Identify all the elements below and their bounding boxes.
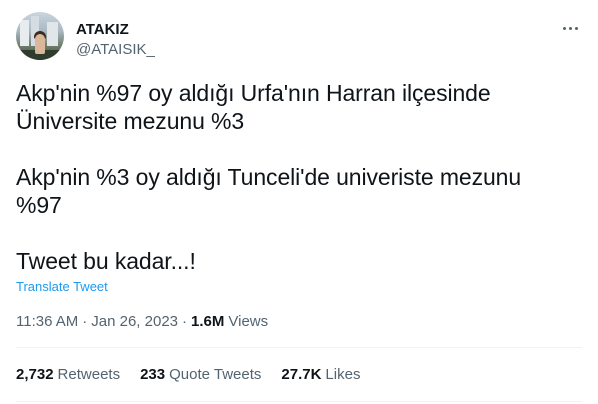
tweet-text: Akp'nin %97 oy aldığı Urfa'nın Harran il…: [16, 80, 522, 274]
tweet-metadata: 11:36 AM · Jan 26, 2023 · 1.6M Views: [16, 312, 268, 332]
tweet-stats: 2,732 Retweets 233 Quote Tweets 27.7K Likes: [16, 365, 380, 385]
meta-separator: ·: [82, 313, 88, 330]
quotes-label: Quote Tweets: [169, 366, 262, 383]
retweets-label: Retweets: [57, 366, 121, 383]
tweet-header: ATAKIZ @ATAISIK_: [16, 12, 582, 60]
user-info: ATAKIZ @ATAISIK_: [76, 12, 155, 60]
likes-stat[interactable]: 27.7K Likes: [281, 365, 360, 385]
likes-count: 27.7K: [281, 366, 322, 383]
quotes-count: 233: [140, 366, 166, 383]
quote-tweets-stat[interactable]: 233 Quote Tweets: [140, 365, 261, 385]
divider: [16, 401, 582, 402]
retweets-stat[interactable]: 2,732 Retweets: [16, 365, 120, 385]
avatar[interactable]: [16, 12, 64, 60]
likes-label: Likes: [325, 366, 361, 383]
tweet-card: ATAKIZ @ATAISIK_ Akp'nin %97 oy aldığı U…: [0, 0, 598, 404]
views-count: 1.6M: [191, 313, 225, 330]
author-display-name[interactable]: ATAKIZ: [76, 20, 155, 40]
meta-separator: ·: [182, 313, 188, 330]
retweets-count: 2,732: [16, 366, 54, 383]
more-options-icon[interactable]: [558, 18, 582, 38]
divider: [16, 347, 582, 348]
author-handle[interactable]: @ATAISIK_: [76, 40, 155, 60]
translate-tweet-link[interactable]: Translate Tweet: [16, 279, 108, 295]
views-label: Views: [228, 313, 269, 330]
tweet-date[interactable]: Jan 26, 2023: [91, 312, 178, 332]
tweet-time[interactable]: 11:36 AM: [16, 312, 78, 332]
